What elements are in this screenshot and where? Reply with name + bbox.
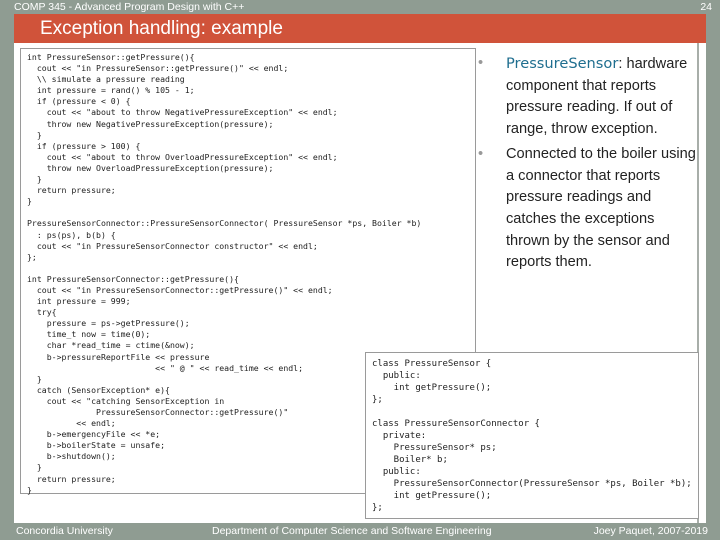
code-line: PressureSensor* ps; — [372, 443, 497, 453]
code-line: }; — [27, 251, 37, 262]
bullet-icon: • — [478, 145, 484, 162]
code-line: : ps(ps), b(b) { — [27, 229, 116, 240]
code-line: }; — [372, 395, 383, 405]
code-line: if (pressure > 100) { — [27, 140, 141, 151]
code-line: Boiler* b; — [372, 455, 448, 465]
code-line: } — [27, 174, 42, 185]
code-line: if (pressure < 0) { — [27, 96, 131, 107]
code-line: cout << "about to throw NegativePressure… — [27, 107, 338, 118]
bullet-item: • Connected to the boiler using a connec… — [478, 144, 698, 274]
course-title: COMP 345 - Advanced Program Design with … — [14, 1, 245, 13]
bullet-item: • PressureSensor: hardware component tha… — [478, 53, 698, 141]
code-line: cout << "in PressureSensor::getPressure(… — [27, 63, 289, 74]
code-line: PressureSensorConnector::PressureSensorC… — [27, 218, 422, 229]
code-line: return pressure; — [27, 185, 116, 196]
code-line: int getPressure(); — [372, 383, 492, 393]
slide-content: int PressureSensor::getPressure(){ cout … — [14, 43, 706, 523]
footer-author: Joey Paquet, 2007-2019 — [593, 525, 708, 537]
footer-department: Department of Computer Science and Softw… — [212, 525, 492, 537]
code-line: class PressureSensor { — [372, 359, 492, 369]
slide-number: 24 — [700, 1, 712, 13]
code-line: throw new OverloadPressureException(pres… — [27, 162, 274, 173]
code-line: try{ — [27, 307, 57, 318]
footer-university: Concordia University — [16, 525, 113, 537]
code-line: PressureSensorConnector(PressureSensor *… — [372, 479, 692, 489]
code-line: char *read_time = ctime(&now); — [27, 340, 195, 351]
bullet-list: • PressureSensor: hardware component tha… — [478, 53, 698, 277]
header-bar: COMP 345 - Advanced Program Design with … — [14, 0, 712, 14]
code-line: }; — [372, 503, 383, 513]
code-line: public: — [372, 371, 421, 381]
code-line: pressure = ps->getPressure(); — [27, 318, 190, 329]
code-line: } — [27, 196, 32, 207]
bullet-text: Connected to the boiler using a connecto… — [506, 145, 696, 271]
code-line: } — [27, 129, 42, 140]
code-line: int pressure = 999; — [27, 296, 131, 307]
code-line: class PressureSensorConnector { — [372, 419, 540, 429]
code-line: cout << "about to throw OverloadPressure… — [27, 151, 338, 162]
bullet-icon: • — [478, 55, 484, 71]
code-line: throw new NegativePressureException(pres… — [27, 118, 274, 129]
code-line: cout << "in PressureSensorConnector::get… — [27, 284, 333, 295]
code-line: int getPressure(); — [372, 491, 492, 501]
code-line: cout << "in PressureSensorConnector cons… — [27, 240, 318, 251]
code-line: \\ simulate a pressure reading — [27, 74, 185, 85]
code-block-classes: class PressureSensor { public: int getPr… — [365, 352, 699, 519]
code-line: int pressure = rand() % 105 - 1; — [27, 85, 195, 96]
slide-title: Exception handling: example — [14, 14, 706, 43]
code-line: time_t now = time(0); — [27, 329, 151, 340]
code-line: public: — [372, 467, 421, 477]
bullet-keyword: PressureSensor — [506, 55, 619, 72]
code-line: int PressureSensorConnector::getPressure… — [27, 273, 239, 284]
code-line: int PressureSensor::getPressure(){ — [27, 52, 195, 62]
code-line: private: — [372, 431, 427, 441]
